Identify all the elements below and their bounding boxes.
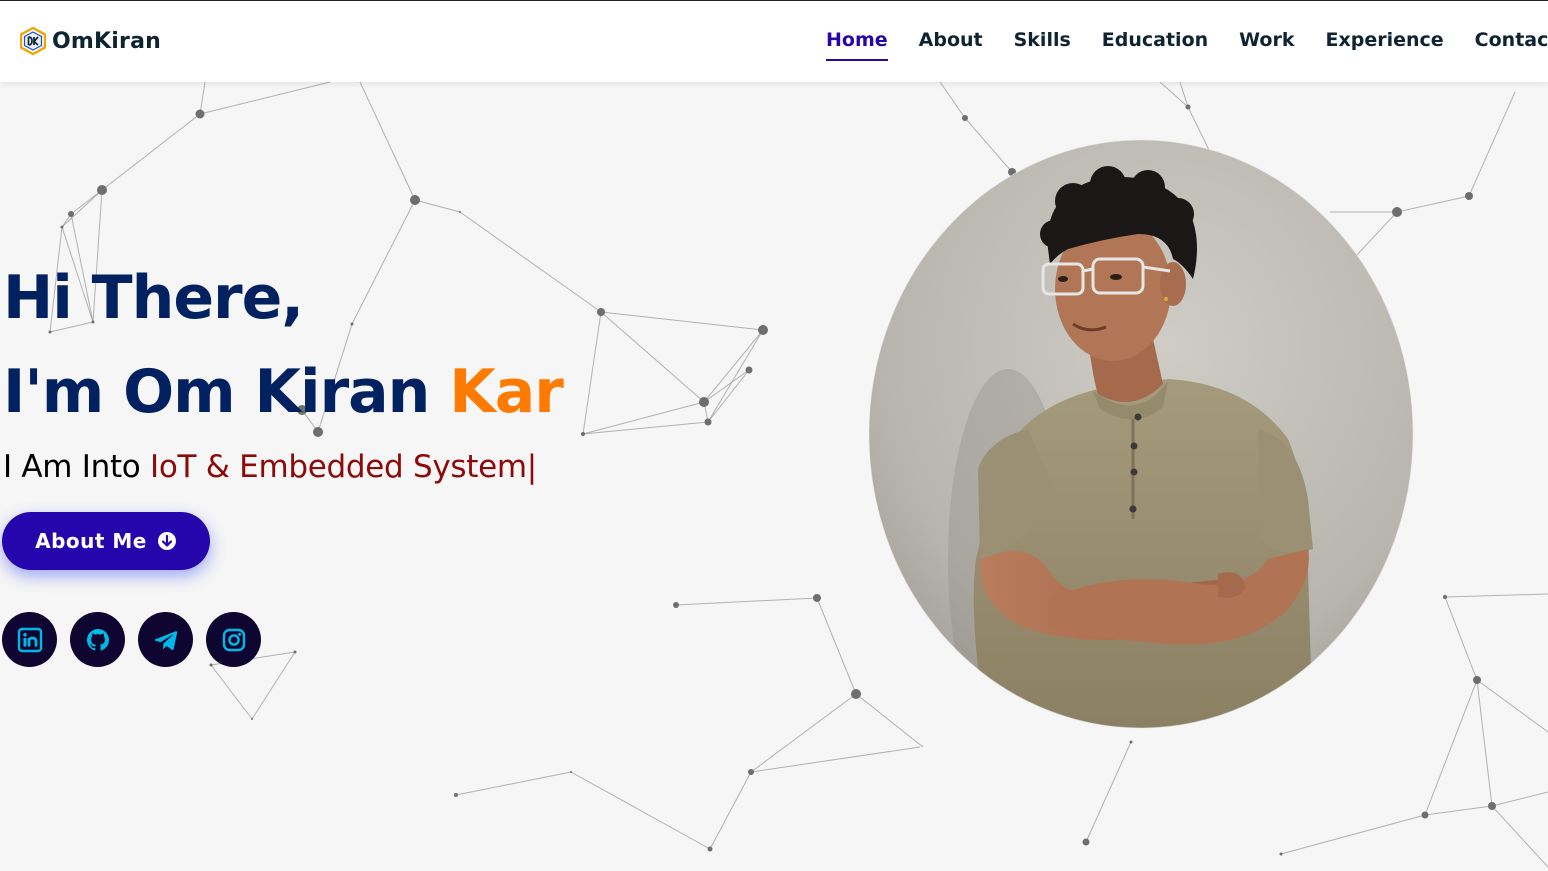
profile-photo	[868, 139, 1414, 729]
github-link[interactable]	[70, 612, 125, 667]
greeting-text: Hi There,	[3, 263, 304, 333]
typing-prefix: I Am Into	[3, 449, 141, 485]
nav-item-home[interactable]: Home	[826, 29, 888, 61]
main-nav: Home About Skills Education Work Experie…	[826, 29, 1548, 61]
telegram-icon	[154, 630, 177, 650]
hero-intro: Hi There, I'm Om Kiran Kar I Am Into IoT…	[3, 251, 564, 485]
hero-heading: Hi There, I'm Om Kiran Kar	[3, 251, 564, 439]
instagram-icon	[222, 628, 245, 651]
brand-logo-icon	[20, 27, 46, 55]
github-icon	[86, 628, 109, 650]
linkedin-icon	[17, 627, 42, 652]
typed-text: IoT & Embedded System	[150, 449, 527, 485]
brand-name: OmKiran	[52, 28, 161, 54]
top-navbar: OmKiran Home About Skills Education Work…	[0, 1, 1548, 82]
name-prefix: I'm Om Kiran	[3, 357, 430, 427]
arrow-circle-down-icon	[157, 532, 176, 550]
name-line: I'm Om Kiran Kar	[3, 345, 564, 439]
profile-portrait-image	[868, 139, 1414, 729]
nav-item-skills[interactable]: Skills	[1014, 29, 1071, 61]
instagram-link[interactable]	[206, 612, 261, 667]
nav-item-work[interactable]: Work	[1239, 29, 1294, 61]
typing-cursor: |	[526, 449, 537, 485]
nav-item-education[interactable]: Education	[1102, 29, 1208, 61]
telegram-link[interactable]	[138, 612, 193, 667]
about-me-label: About Me	[35, 529, 147, 553]
name-highlight: Kar	[449, 357, 564, 427]
brand[interactable]: OmKiran	[20, 27, 161, 55]
about-me-button[interactable]: About Me	[2, 512, 210, 570]
nav-item-about[interactable]: About	[919, 29, 983, 61]
social-links	[2, 612, 261, 667]
nav-item-experience[interactable]: Experience	[1326, 29, 1444, 61]
linkedin-link[interactable]	[2, 612, 57, 667]
typing-line: I Am Into IoT & Embedded System|	[3, 449, 563, 485]
nav-item-contact[interactable]: Contact	[1475, 29, 1548, 61]
